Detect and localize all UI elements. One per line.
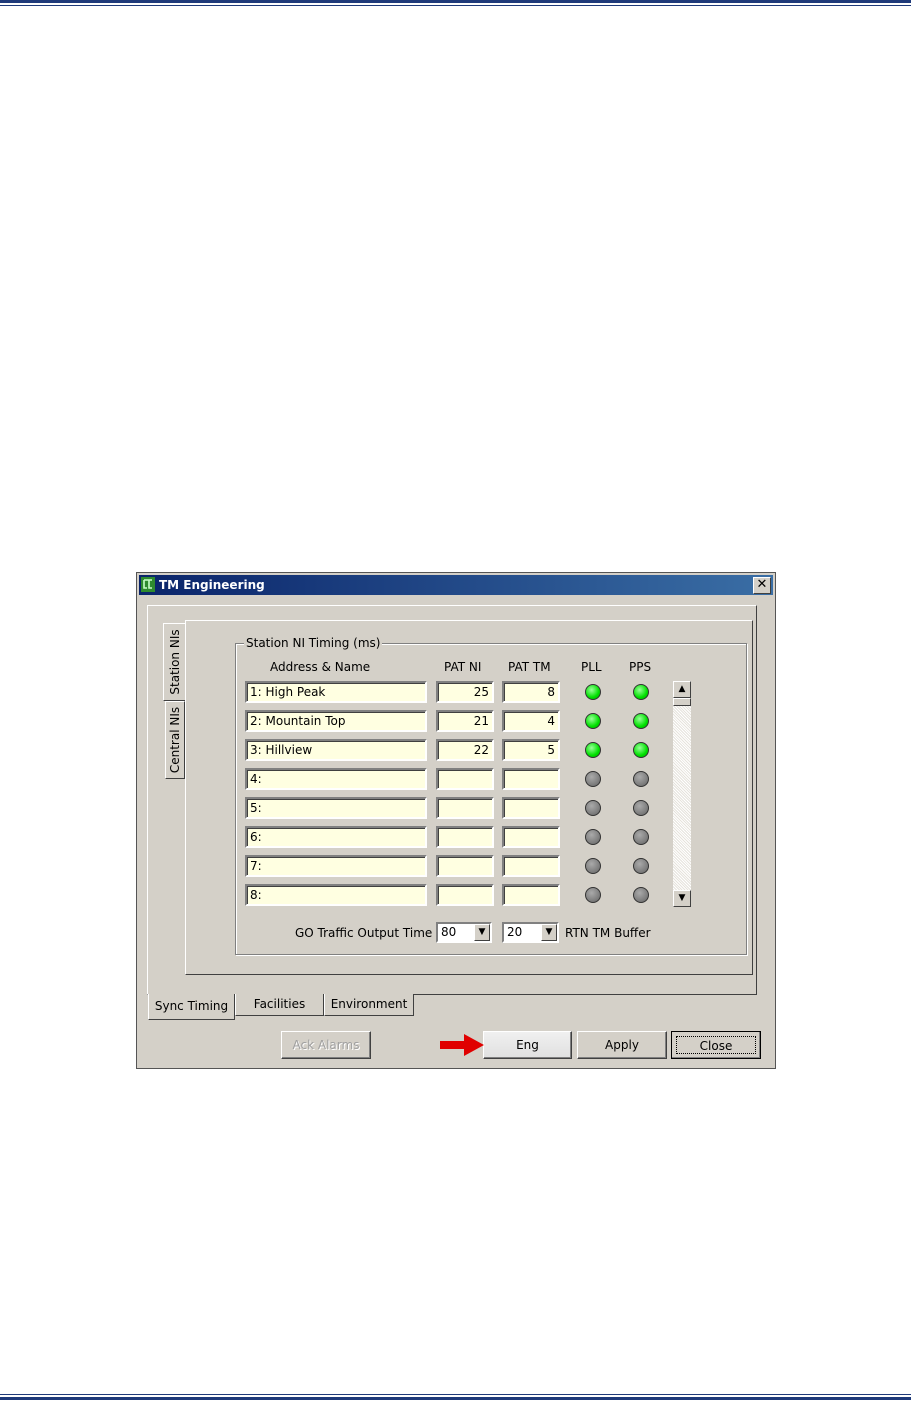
scroll-up-icon[interactable]: ▲ [673, 681, 691, 698]
red-arrow-icon [440, 1034, 484, 1056]
pps-status-indicator [633, 858, 649, 874]
close-button[interactable]: Close [671, 1031, 761, 1059]
pps-status-indicator [633, 713, 649, 729]
tab-facilities-label: Facilities [253, 997, 306, 1011]
tab-station-nis[interactable]: Station NIs [163, 623, 185, 701]
window-title: TM Engineering [159, 578, 265, 592]
scroll-thumb[interactable] [673, 698, 691, 706]
pat-tm-field[interactable] [502, 855, 560, 877]
top-rule [0, 0, 911, 6]
rtn-tm-buffer-label: RTN TM Buffer [565, 926, 651, 940]
group-legend: Station NI Timing (ms) [244, 636, 383, 650]
pll-status-indicator [585, 684, 601, 700]
pat-ni-field[interactable] [436, 826, 494, 848]
rows-scrollbar[interactable]: ▲ ▼ [673, 681, 691, 907]
pps-status-indicator [633, 684, 649, 700]
pat-tm-field[interactable]: 8 [502, 681, 560, 703]
pat-tm-field[interactable] [502, 884, 560, 906]
station-name-field[interactable]: 4: [245, 768, 427, 790]
eng-button[interactable]: Eng [483, 1031, 572, 1059]
pll-status-indicator [585, 829, 601, 845]
bottom-rule [0, 1394, 911, 1400]
pat-ni-field[interactable] [436, 855, 494, 877]
pat-ni-field[interactable]: 25 [436, 681, 494, 703]
chevron-down-icon[interactable]: ▼ [474, 924, 490, 941]
tab-facilities[interactable]: Facilities [235, 994, 324, 1016]
pps-status-indicator [633, 771, 649, 787]
apply-button[interactable]: Apply [577, 1031, 667, 1059]
go-traffic-output-time-select[interactable]: 80 ▼ [436, 922, 492, 943]
column-header-address: Address & Name [270, 660, 371, 674]
pll-status-indicator [585, 858, 601, 874]
station-name-field[interactable]: 3: Hillview [245, 739, 427, 761]
pps-status-indicator [633, 887, 649, 903]
tab-environment-label: Environment [330, 997, 408, 1011]
go-traffic-value: 80 [441, 925, 457, 939]
tab-sync-timing-label: Sync Timing [154, 999, 229, 1013]
column-header-pps: PPS [629, 660, 652, 674]
station-name-field[interactable]: 2: Mountain Top [245, 710, 427, 732]
tab-central-nis-label: Central NIs [168, 706, 182, 774]
pps-status-indicator [633, 829, 649, 845]
chevron-down-icon[interactable]: ▼ [541, 924, 557, 941]
pll-status-indicator [585, 800, 601, 816]
tab-station-nis-label: Station NIs [167, 629, 182, 695]
pat-ni-field[interactable] [436, 797, 494, 819]
pps-status-indicator [633, 742, 649, 758]
pat-ni-field[interactable] [436, 768, 494, 790]
rtn-tm-buffer-select[interactable]: 20 ▼ [502, 922, 559, 943]
go-traffic-output-time-label: GO Traffic Output Time [295, 926, 433, 940]
station-name-field[interactable]: 6: [245, 826, 427, 848]
column-header-pat-ni: PAT NI [444, 660, 482, 674]
tm-engineering-dialog: TM Engineering ✕ Station NIs Central NIs… [136, 572, 776, 1069]
pat-tm-field[interactable] [502, 797, 560, 819]
pat-tm-field[interactable]: 5 [502, 739, 560, 761]
station-name-field[interactable]: 8: [245, 884, 427, 906]
pll-status-indicator [585, 713, 601, 729]
pat-ni-field[interactable]: 22 [436, 739, 494, 761]
station-name-field[interactable]: 1: High Peak [245, 681, 427, 703]
pll-status-indicator [585, 887, 601, 903]
column-header-pll: PLL [581, 660, 602, 674]
pat-tm-field[interactable]: 4 [502, 710, 560, 732]
window-close-icon[interactable]: ✕ [753, 577, 771, 594]
tab-central-nis[interactable]: Central NIs [165, 701, 185, 779]
pat-tm-field[interactable] [502, 826, 560, 848]
ack-alarms-button[interactable]: Ack Alarms [281, 1031, 371, 1059]
pat-ni-field[interactable] [436, 884, 494, 906]
pat-tm-field[interactable] [502, 768, 560, 790]
title-bar[interactable]: TM Engineering ✕ [139, 575, 773, 595]
column-header-pat-tm: PAT TM [508, 660, 551, 674]
station-name-field[interactable]: 7: [245, 855, 427, 877]
pat-ni-field[interactable]: 21 [436, 710, 494, 732]
rtn-buffer-value: 20 [507, 925, 523, 939]
close-button-label: Close [676, 1036, 756, 1054]
pps-status-indicator [633, 800, 649, 816]
pll-status-indicator [585, 771, 601, 787]
app-icon [141, 577, 155, 592]
scroll-down-icon[interactable]: ▼ [673, 890, 691, 907]
pll-status-indicator [585, 742, 601, 758]
tab-environment[interactable]: Environment [324, 994, 414, 1016]
tab-sync-timing[interactable]: Sync Timing [148, 994, 235, 1020]
station-name-field[interactable]: 5: [245, 797, 427, 819]
